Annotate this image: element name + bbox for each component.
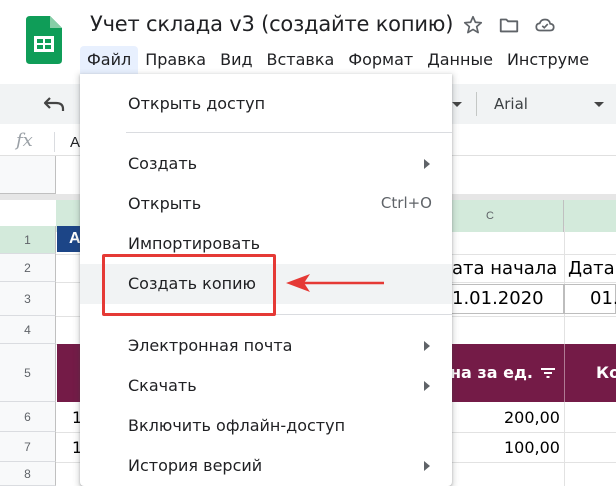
formula-input[interactable]: А (70, 134, 80, 151)
menu-insert[interactable]: Вставка (260, 46, 342, 74)
filter-icon[interactable] (540, 366, 556, 380)
cell-c2[interactable]: ата начала (452, 258, 557, 279)
menu-item-label: Электронная почта (128, 336, 293, 355)
row-header-1[interactable]: 1 (0, 226, 56, 254)
menu-edit[interactable]: Правка (138, 46, 213, 74)
menu-item-label: Импортировать (128, 234, 261, 253)
cell-c5[interactable]: на за ед. (450, 363, 533, 382)
menu-item-version-history[interactable]: История версий (80, 446, 452, 486)
row-header-6[interactable]: 6 (0, 402, 56, 432)
menu-item-new[interactable]: Создать (80, 144, 452, 184)
formula-divider (54, 132, 55, 152)
document-title[interactable]: Учет склада v3 (создайте копию) (90, 12, 453, 36)
submenu-arrow-icon (424, 159, 430, 169)
cell-d3[interactable]: 01. (590, 288, 616, 309)
column-header-d[interactable] (564, 200, 616, 232)
submenu-arrow-icon (424, 381, 430, 391)
row-header-8[interactable]: 8 (0, 462, 56, 486)
submenu-arrow-icon (424, 461, 430, 471)
table-header-divider (564, 344, 565, 402)
cell-c7[interactable]: 100,00 (504, 438, 560, 457)
menu-divider (126, 132, 452, 133)
highlight-box (102, 254, 276, 316)
submenu-arrow-icon (424, 341, 430, 351)
fx-icon: fx (16, 130, 33, 151)
row-header-5[interactable]: 5 (0, 344, 56, 402)
menu-format[interactable]: Формат (341, 46, 420, 74)
shortcut-label: Ctrl+O (380, 194, 432, 212)
menu-item-offline[interactable]: Включить офлайн-доступ (80, 406, 452, 446)
select-all-corner[interactable] (0, 156, 56, 194)
undo-icon[interactable] (42, 94, 66, 114)
menu-tools[interactable]: Инструме (500, 46, 596, 74)
menu-item-label: Открыть (128, 194, 202, 213)
menu-item-download[interactable]: Скачать (80, 366, 452, 406)
menu-item-email[interactable]: Электронная почта (80, 326, 452, 366)
menu-item-share[interactable]: Открыть доступ (80, 84, 452, 124)
cell-d5[interactable]: Ко (596, 363, 616, 382)
row-header-4[interactable]: 4 (0, 316, 56, 344)
zoom-dropdown-arrow-icon[interactable] (452, 102, 462, 107)
row-header-3[interactable]: 3 (0, 282, 56, 316)
folder-icon[interactable] (498, 14, 520, 36)
menu-item-label: История версий (128, 456, 263, 475)
menu-bar: Файл Правка Вид Вставка Формат Данные Ин… (80, 46, 596, 74)
font-dropdown-arrow-icon[interactable] (594, 102, 604, 107)
font-select[interactable]: Arial (494, 95, 528, 113)
star-icon[interactable] (462, 14, 484, 36)
cell-d2[interactable]: Дата (568, 258, 615, 279)
arrow-annotation-icon (286, 274, 384, 292)
menu-file[interactable]: Файл (80, 46, 139, 74)
cell-c3[interactable]: 1.01.2020 (452, 288, 544, 309)
cell-c6[interactable]: 200,00 (504, 408, 560, 427)
menu-item-label: Открыть доступ (128, 94, 266, 113)
menu-view[interactable]: Вид (213, 46, 259, 74)
row-header-2[interactable]: 2 (0, 254, 56, 282)
menu-item-open[interactable]: Открыть Ctrl+O (80, 184, 452, 224)
toolbar-divider (476, 92, 477, 116)
menu-data[interactable]: Данные (420, 46, 500, 74)
sheets-logo-icon[interactable] (26, 16, 62, 64)
menu-item-label: Создать (128, 154, 198, 173)
menu-item-label: Скачать (128, 376, 197, 395)
row-header-7[interactable]: 7 (0, 432, 56, 462)
menu-item-label: Включить офлайн-доступ (128, 416, 346, 435)
cloud-icon[interactable] (534, 14, 556, 36)
